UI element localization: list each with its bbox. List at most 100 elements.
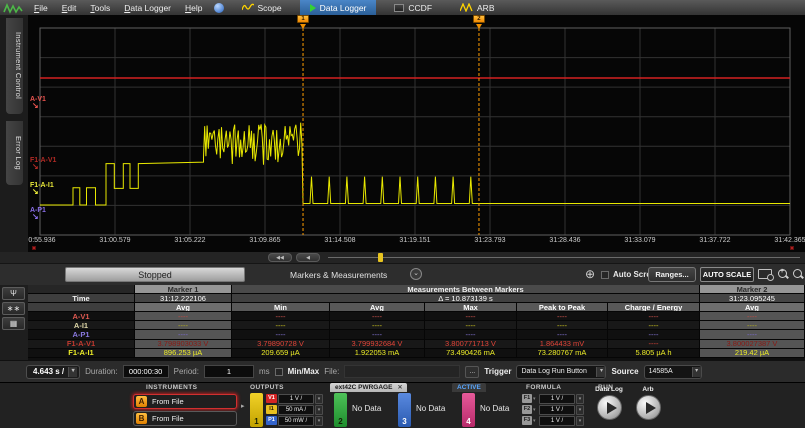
channel-arrow-icon: ↘ xyxy=(32,163,56,170)
markers-dropdown-icon[interactable]: ⌄ xyxy=(410,268,422,280)
scale-value-v1[interactable]: 1 V / xyxy=(278,394,314,404)
probe-tool-icon[interactable]: Ψ xyxy=(2,287,25,300)
marker-flag-1[interactable]: 1 xyxy=(297,15,309,29)
measurement-value: ---- xyxy=(608,330,700,339)
channel-2-bar[interactable]: 2 xyxy=(334,393,347,427)
marker1-header: Marker 1 xyxy=(135,285,232,294)
time-scale-dropdown[interactable]: 4.643 s / ▾ xyxy=(26,365,80,379)
formula-scale-f3[interactable]: 1 V / xyxy=(539,416,575,426)
channel-label-f1-a-v1: F1-A-V1↘ xyxy=(30,157,56,170)
chevron-down-icon[interactable]: ▾ xyxy=(533,396,538,402)
marker-flag-number: 1 xyxy=(297,15,309,23)
info-icon[interactable] xyxy=(214,3,224,13)
grid-view-icon[interactable]: ▦ xyxy=(2,317,25,330)
menu-edit[interactable]: Edit xyxy=(55,3,84,13)
tab-ccdf[interactable]: CCDF xyxy=(384,0,442,15)
period-field[interactable]: 1 xyxy=(204,365,254,378)
x-axis-tick: 31:14.508 xyxy=(324,237,355,244)
x-axis-tick: 31:28.436 xyxy=(549,237,580,244)
channel-arrow-icon: ↘ xyxy=(32,213,46,220)
marker-flag-number: 2 xyxy=(473,15,485,23)
trigger-dropdown[interactable]: Data Log Run Button ▾ xyxy=(516,365,606,379)
x-axis-tick: 31:05.222 xyxy=(174,237,205,244)
chevron-down-icon[interactable]: ▾ xyxy=(533,418,538,424)
auto-scale-button[interactable]: AUTO SCALE xyxy=(700,267,754,282)
crosshair-icon[interactable]: ⊕ xyxy=(585,267,595,281)
run-data-log-group: Data Log xyxy=(590,386,628,420)
channel-4-bar[interactable]: 4 xyxy=(462,393,475,427)
chevron-down-icon[interactable]: ▾ xyxy=(533,407,538,413)
tab-data-logger[interactable]: Data Logger xyxy=(300,0,377,15)
measurement-value: ---- xyxy=(330,330,425,339)
formula-scale-f1[interactable]: 1 V / xyxy=(539,394,575,404)
scale-value-i1[interactable]: 50 mA / xyxy=(278,405,314,415)
instrument-b-button[interactable]: B From File xyxy=(133,411,237,426)
chevron-down-icon[interactable]: ▾ xyxy=(576,394,584,404)
output-row-i1: I150 mA /▾ xyxy=(266,404,323,415)
chevron-down-icon[interactable]: ▾ xyxy=(315,405,323,415)
arb-play-button[interactable] xyxy=(636,395,661,420)
stopped-status-button[interactable]: Stopped xyxy=(65,267,245,282)
zoom-out-icon[interactable] xyxy=(792,268,805,281)
formula-row-f2: F2▾1 V /▾ xyxy=(522,404,584,415)
sidebar-tab-error-log[interactable]: Error Log xyxy=(6,121,23,185)
marker1-value: 896.253 µA xyxy=(135,349,232,358)
output-row-p1: P150 mW /▾ xyxy=(266,415,323,426)
marker-flag-2[interactable]: 2 xyxy=(473,15,485,29)
scroll-back-all-button[interactable]: ◀◀ xyxy=(268,253,292,262)
chevron-down-icon[interactable]: ▾ xyxy=(576,405,584,415)
channel-1-bar[interactable]: 1 xyxy=(250,393,263,427)
measurement-value: ---- xyxy=(608,321,700,330)
zoom-in-icon[interactable]: + xyxy=(777,268,790,281)
measurement-value: ---- xyxy=(608,312,700,321)
markers-tool-icon[interactable]: ∗∗ xyxy=(2,302,25,315)
data-log-label: Data Log xyxy=(590,386,628,393)
expander-icon[interactable]: ▸ xyxy=(241,402,245,410)
instrument-a-button[interactable]: A From File xyxy=(133,394,237,409)
table-subcorner xyxy=(28,303,135,312)
measurement-value: ---- xyxy=(232,321,330,330)
scroll-back-button[interactable]: ◀ xyxy=(296,253,320,262)
screenshot-icon[interactable] xyxy=(758,269,772,279)
marker1-value: ---- xyxy=(135,321,232,330)
duration-field[interactable]: 000:00:30 xyxy=(123,365,169,378)
browse-file-button[interactable]: ... xyxy=(465,366,479,378)
chevron-down-icon[interactable]: ▾ xyxy=(315,394,323,404)
file-tab-active-log[interactable]: ext42C PWRGAGE ✕ xyxy=(330,383,407,392)
trigger-value: Data Log Run Button xyxy=(521,368,586,375)
scroll-handle[interactable] xyxy=(378,253,383,262)
menu-data-logger[interactable]: Data Logger xyxy=(117,3,178,13)
chevron-down-icon[interactable]: ▾ xyxy=(576,416,584,426)
col-header-peak-to-peak: Peak to Peak xyxy=(517,303,608,312)
measurement-value: ---- xyxy=(517,312,608,321)
ranges-button[interactable]: Ranges... xyxy=(648,267,696,282)
source-dropdown[interactable]: 14585A ▾ xyxy=(644,365,702,379)
file-tab-secondary[interactable]: ACTIVE xyxy=(452,383,486,392)
instrument-b-icon: B xyxy=(136,413,147,424)
scale-value-p1[interactable]: 50 mW / xyxy=(278,416,314,426)
data-log-play-button[interactable] xyxy=(597,395,622,420)
row-label-a-i1: A-I1 xyxy=(28,321,135,330)
auto-scroll-checkbox[interactable] xyxy=(601,271,609,279)
x-axis-tick: 31:09.865 xyxy=(249,237,280,244)
menu-file[interactable]: File xyxy=(27,3,55,13)
chevron-down-icon[interactable]: ▾ xyxy=(315,416,323,426)
menu-bar: File Edit Tools Data Logger Help Scope D… xyxy=(0,0,805,15)
tab-scope[interactable]: Scope xyxy=(232,0,292,15)
play-icon xyxy=(310,4,316,12)
close-icon[interactable]: ✕ xyxy=(397,384,402,391)
marker2-avg-col: Avg xyxy=(700,303,805,312)
x-axis-tick: 31:23.793 xyxy=(474,237,505,244)
channel-3-bar[interactable]: 3 xyxy=(398,393,411,427)
file-field[interactable] xyxy=(344,365,460,378)
x-axis-tick: 31:19.151 xyxy=(399,237,430,244)
minmax-checkbox[interactable] xyxy=(275,368,283,376)
marker1-time: 31:12.222106 xyxy=(135,294,232,303)
formula-scale-f2[interactable]: 1 V / xyxy=(539,405,575,415)
formula-header: FORMULA xyxy=(526,384,561,391)
scroll-track[interactable] xyxy=(328,257,800,258)
sidebar-tab-instrument-control[interactable]: Instrument Control xyxy=(6,18,23,114)
menu-help[interactable]: Help xyxy=(178,3,209,13)
tab-arb[interactable]: ARB xyxy=(450,0,504,15)
menu-tools[interactable]: Tools xyxy=(83,3,117,13)
